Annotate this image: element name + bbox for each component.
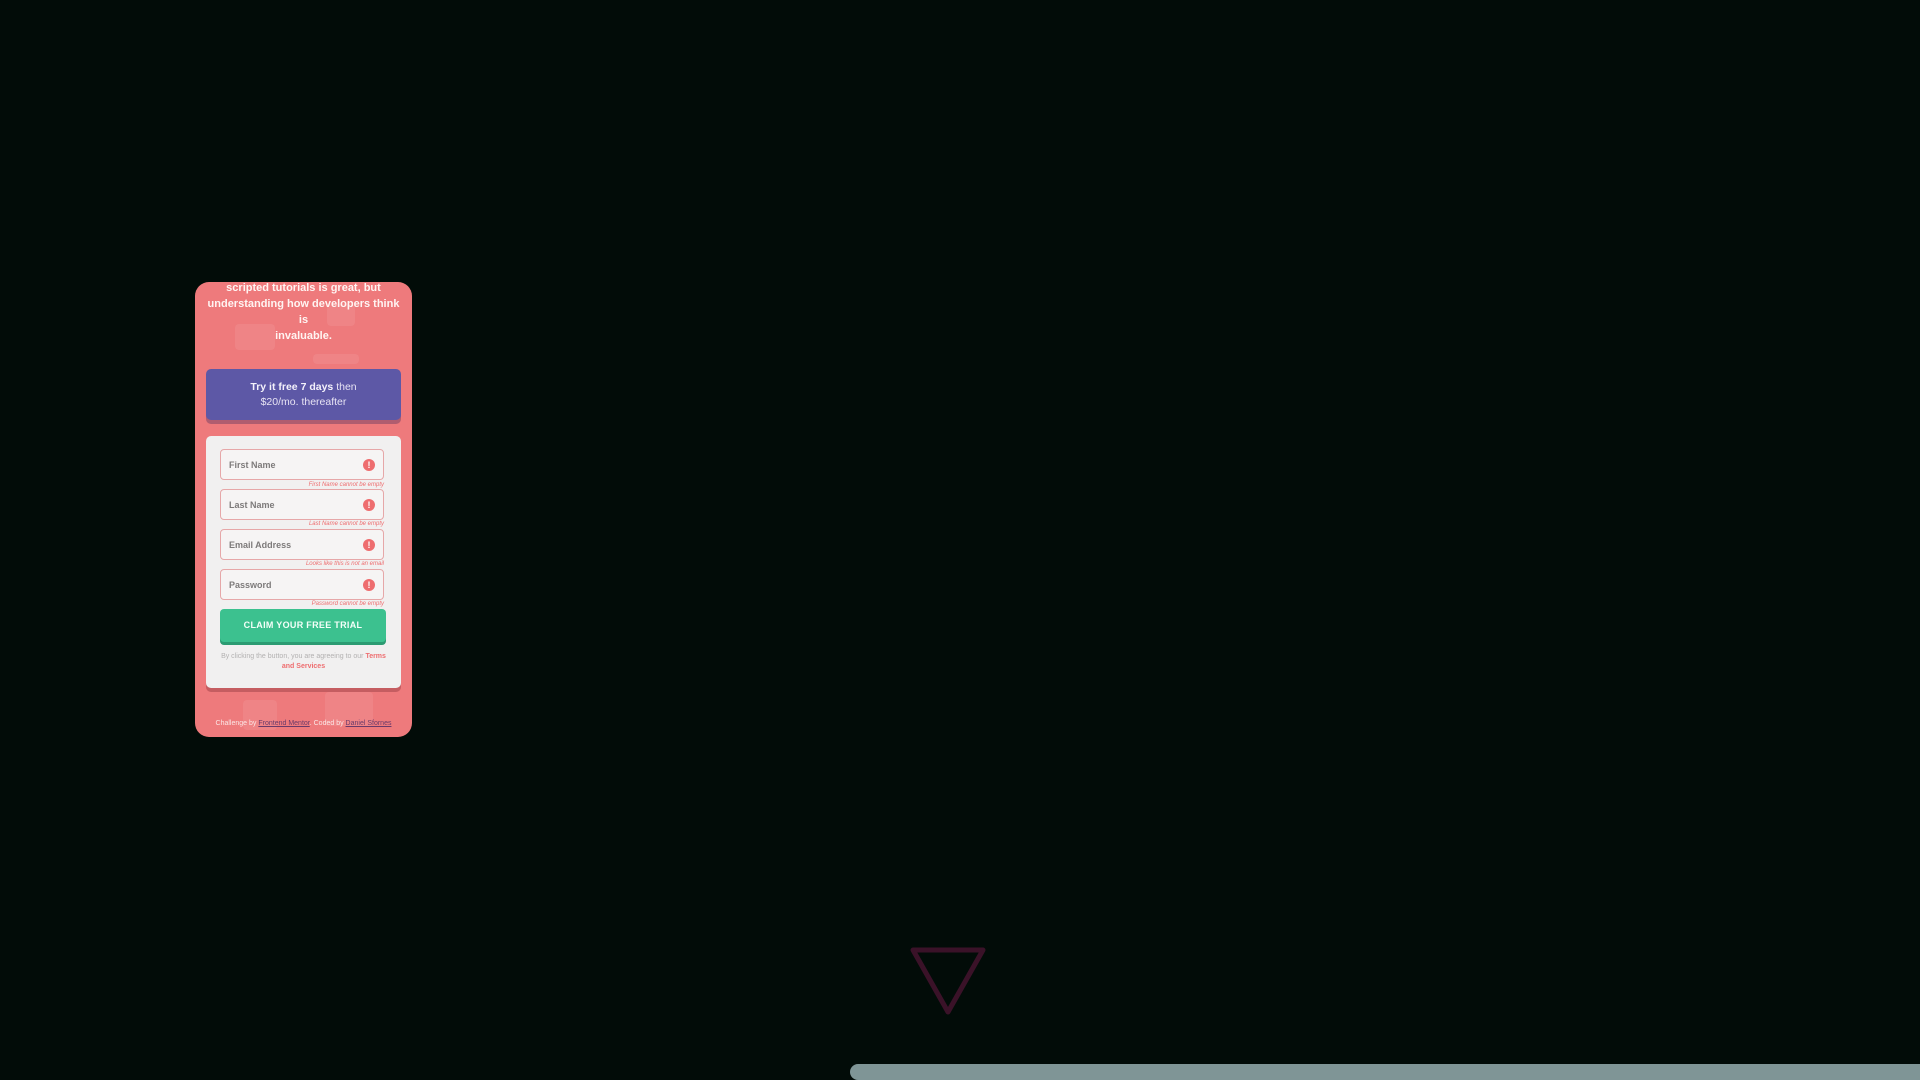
challenge-prefix: Challenge by (215, 720, 257, 727)
trial-banner-line-1: Try it free 7 days then (250, 380, 356, 395)
hero-line: understanding how developers think is (207, 298, 400, 326)
exclamation-circle-icon: ! (363, 539, 375, 551)
coded-prefix: . Coded by (309, 720, 344, 727)
first-name-error: First Name cannot be empty (308, 482, 384, 488)
last-name-field[interactable]: ! (220, 489, 384, 520)
signup-form-card: ! First Name cannot be empty ! Last Name… (206, 436, 401, 688)
email-error: Looks like this is not an email (305, 561, 384, 567)
password-error: Password cannot be empty (311, 601, 384, 607)
horizontal-scrollbar[interactable] (850, 1064, 1920, 1080)
trial-highlight: Try it free 7 days (250, 380, 334, 393)
hero-description: scripted tutorials is great, but underst… (207, 282, 400, 344)
signup-page-mobile: scripted tutorials is great, but underst… (195, 282, 412, 737)
trial-banner: Try it free 7 days then $20/mo. thereaft… (206, 369, 401, 420)
trial-text: then (336, 380, 357, 393)
first-name-input[interactable] (221, 450, 359, 479)
exclamation-circle-icon: ! (363, 579, 375, 591)
password-field[interactable]: ! (220, 569, 384, 600)
claim-free-trial-button[interactable]: CLAIM YOUR FREE TRIAL (220, 609, 386, 642)
attribution-footer: Challenge by Frontend Mentor. Coded by D… (195, 720, 412, 727)
hero-line: invaluable. (275, 330, 332, 342)
terms-prefix: By clicking the button, you are agreeing… (221, 653, 364, 660)
author-link[interactable]: Daniel Sfornes (346, 720, 392, 727)
last-name-error: Last Name cannot be empty (308, 521, 384, 527)
password-input[interactable] (221, 570, 359, 599)
exclamation-circle-icon: ! (363, 499, 375, 511)
triangle-down-icon[interactable] (908, 946, 988, 1018)
first-name-field[interactable]: ! (220, 449, 384, 480)
hero-line: scripted tutorials is great, but (226, 282, 381, 294)
exclamation-circle-icon: ! (363, 459, 375, 471)
email-field[interactable]: ! (220, 529, 384, 560)
trial-banner-line-2: $20/mo. thereafter (260, 395, 347, 408)
terms-notice: By clicking the button, you are agreeing… (220, 652, 387, 672)
last-name-input[interactable] (221, 490, 359, 519)
frontend-mentor-link[interactable]: Frontend Mentor (258, 720, 309, 727)
pattern-shape (313, 354, 359, 364)
email-input[interactable] (221, 530, 359, 559)
viewport: scripted tutorials is great, but underst… (0, 0, 1920, 1080)
